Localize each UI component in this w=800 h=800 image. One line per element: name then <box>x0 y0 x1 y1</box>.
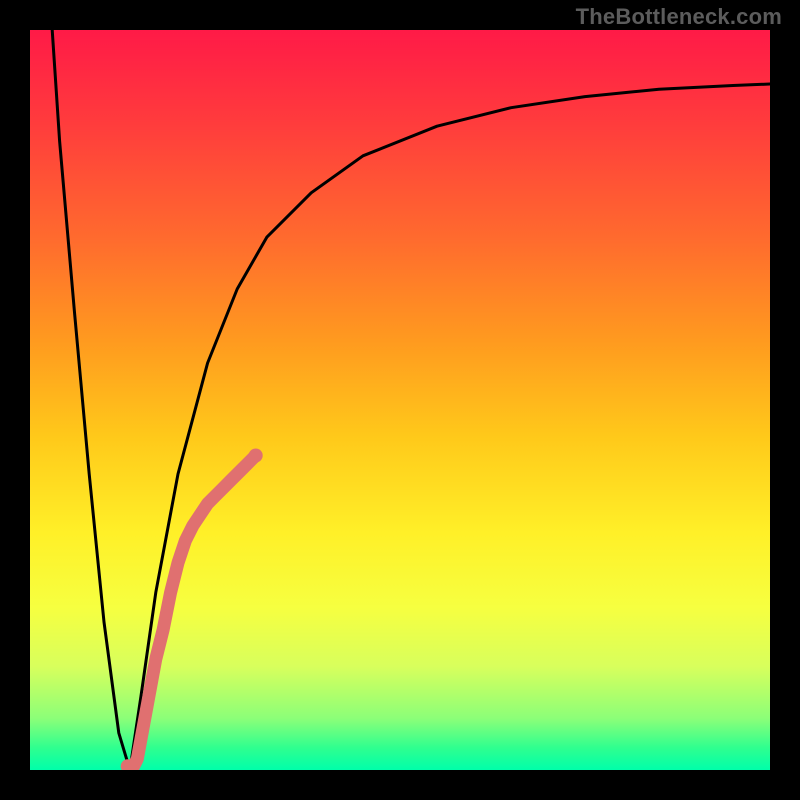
curve-left <box>52 30 130 770</box>
marker-group <box>121 449 263 771</box>
chart-svg <box>30 30 770 770</box>
watermark-text: TheBottleneck.com <box>576 4 782 30</box>
chart-frame: TheBottleneck.com <box>0 0 800 800</box>
curve-right <box>130 84 770 770</box>
plot-area <box>30 30 770 770</box>
